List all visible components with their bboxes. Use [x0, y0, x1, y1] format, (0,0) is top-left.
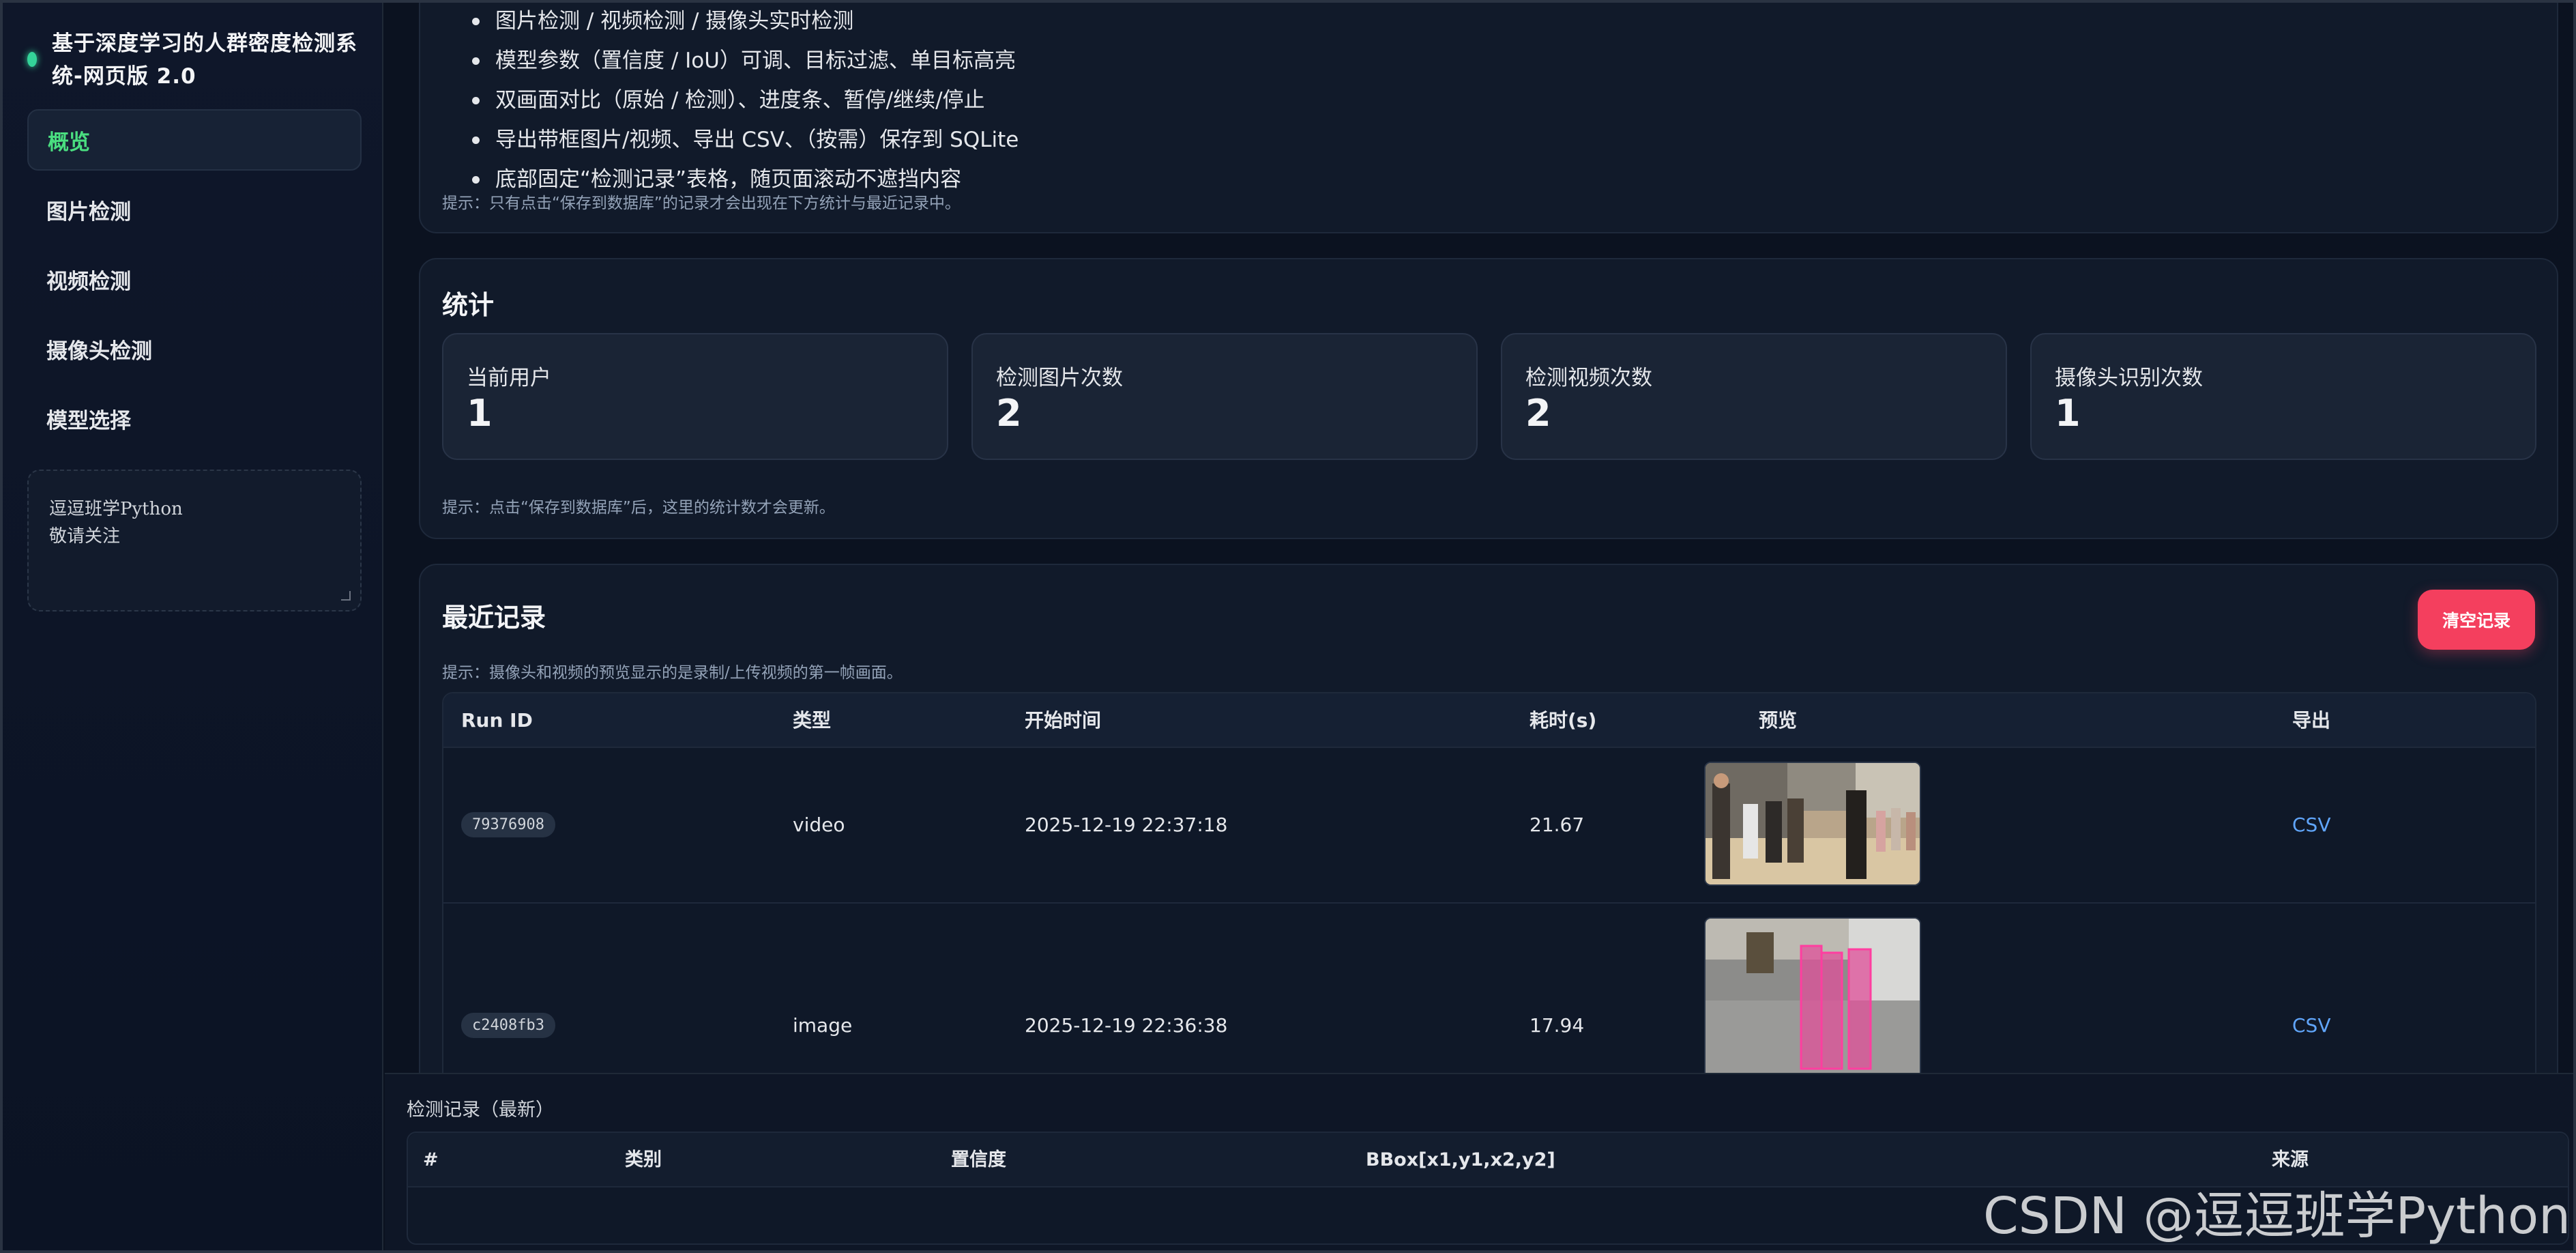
row-start-time: 2025-12-19 22:36:38 — [1025, 1014, 1228, 1037]
stat-value: 2 — [996, 392, 1022, 435]
col-class: 类别 — [625, 1149, 662, 1170]
col-duration: 耗时(s) — [1530, 709, 1597, 732]
watermark: CSDN @逗逗班学Python — [1982, 1187, 2571, 1245]
preview-thumbnail[interactable] — [1704, 917, 1921, 1081]
run-id-chip: 79376908 — [461, 812, 555, 837]
stat-camera-count: 摄像头识别次数 1 — [2030, 333, 2536, 460]
nav-item-image-detection[interactable]: 图片检测 — [27, 179, 362, 240]
col-confidence: 置信度 — [951, 1149, 1006, 1170]
brand: 基于深度学习的人群密度检测系统-网页版 2.0 — [27, 27, 362, 93]
col-start-time: 开始时间 — [1025, 709, 1102, 732]
stats-hint: 提示：点击“保存到数据库”后，这里的统计数才会更新。 — [442, 499, 835, 517]
stat-value: 1 — [2055, 392, 2081, 435]
stat-label: 检测视频次数 — [1525, 366, 1652, 390]
col-type: 类型 — [793, 709, 832, 732]
feature-item: 双画面对比（原始 / 检测）、进度条、暂停/继续/停止 — [471, 81, 1019, 120]
export-csv-link[interactable]: CSV — [2292, 1014, 2330, 1037]
stats-card: 统计 当前用户 1 检测图片次数 2 检测视频次数 2 摄像头识别次数 1 提示… — [419, 258, 2558, 539]
features-hint: 提示：只有点击“保存到数据库”的记录才会出现在下方统计与最近记录中。 — [442, 195, 961, 212]
features-card: 图片检测 / 视频检测 / 摄像头实时检测 模型参数（置信度 / IoU）可调、… — [419, 0, 2558, 233]
feature-item: 导出带框图片/视频、导出 CSV、（按需）保存到 SQLite — [471, 120, 1019, 160]
stat-image-count: 检测图片次数 2 — [971, 333, 1478, 460]
note-textarea[interactable] — [29, 471, 360, 610]
run-id-chip: c2408fb3 — [461, 1013, 555, 1038]
bottom-title: 检测记录（最新） — [407, 1099, 554, 1121]
row-duration: 21.67 — [1530, 813, 1585, 836]
stat-value: 1 — [467, 392, 493, 435]
stat-value: 2 — [1525, 392, 1551, 435]
sidebar-nav: 概览 图片检测 视频检测 摄像头检测 模型选择 — [27, 109, 362, 457]
resize-grip-icon[interactable] — [341, 591, 351, 601]
table-header: Run ID 类型 开始时间 耗时(s) 预览 导出 — [443, 693, 2535, 748]
nav-item-camera-detection[interactable]: 摄像头检测 — [27, 318, 362, 379]
row-start-time: 2025-12-19 22:37:18 — [1025, 813, 1228, 836]
feature-item: 图片检测 / 视频检测 / 摄像头实时检测 — [471, 1, 1019, 41]
table-row: 79376908 video 2025-12-19 22:37:18 21.67 — [443, 748, 2535, 904]
recent-table: Run ID 类型 开始时间 耗时(s) 预览 导出 79376908 vide… — [442, 692, 2536, 1110]
feature-list: 图片检测 / 视频检测 / 摄像头实时检测 模型参数（置信度 / IoU）可调、… — [471, 1, 1019, 199]
stat-label: 摄像头识别次数 — [2055, 366, 2203, 390]
stat-current-user: 当前用户 1 — [442, 333, 948, 460]
note-box — [27, 470, 362, 611]
col-export: 导出 — [2292, 709, 2331, 732]
recent-hint: 提示：摄像头和视频的预览显示的是录制/上传视频的第一帧画面。 — [442, 664, 903, 682]
clear-records-button[interactable]: 清空记录 — [2418, 590, 2535, 650]
nav-item-video-detection[interactable]: 视频检测 — [27, 248, 362, 310]
stats-title: 统计 — [442, 290, 495, 320]
stat-label: 当前用户 — [467, 366, 551, 390]
feature-item: 模型参数（置信度 / IoU）可调、目标过滤、单目标高亮 — [471, 41, 1019, 81]
preview-thumbnail[interactable] — [1704, 762, 1921, 886]
row-type: video — [793, 813, 845, 836]
export-csv-link[interactable]: CSV — [2292, 813, 2330, 836]
sidebar: 基于深度学习的人群密度检测系统-网页版 2.0 概览 图片检测 视频检测 摄像头… — [3, 3, 383, 1250]
status-dot-icon — [27, 52, 37, 67]
nav-item-overview[interactable]: 概览 — [27, 109, 362, 171]
nav-item-model-select[interactable]: 模型选择 — [27, 388, 362, 449]
stat-label: 检测图片次数 — [996, 366, 1123, 390]
row-duration: 17.94 — [1530, 1014, 1585, 1037]
col-run-id: Run ID — [461, 709, 533, 732]
row-type: image — [793, 1014, 853, 1037]
col-preview: 预览 — [1759, 709, 1798, 732]
col-index: # — [423, 1149, 439, 1170]
stat-video-count: 检测视频次数 2 — [1501, 333, 2007, 460]
app-title: 基于深度学习的人群密度检测系统-网页版 2.0 — [52, 31, 357, 89]
recent-title: 最近记录 — [442, 603, 546, 633]
col-bbox: BBox[x1,y1,x2,y2] — [1366, 1149, 1555, 1170]
